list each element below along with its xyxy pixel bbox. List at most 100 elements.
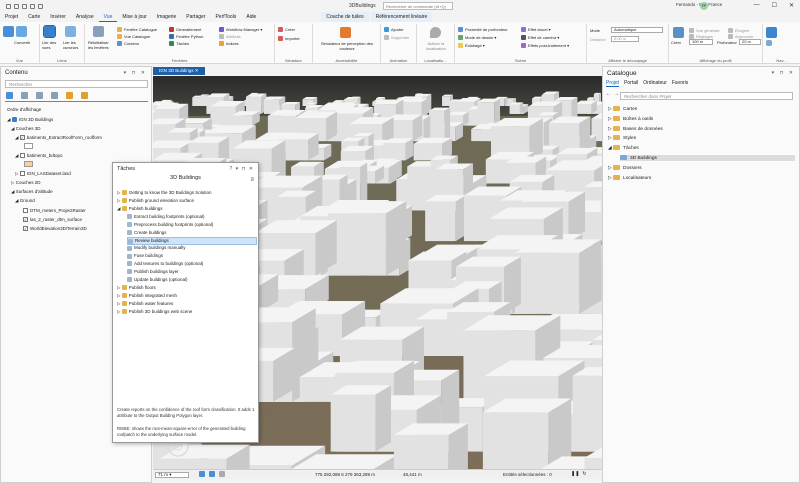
pane-controls[interactable]: ▾ ⊓ ✕ (124, 70, 147, 76)
color-simulator-button[interactable]: Simulateur de perception des couleurs (316, 41, 378, 51)
task-group-item[interactable]: ▷ Publish floors (117, 285, 156, 291)
clip-mode-select[interactable]: Automatique (611, 27, 663, 33)
task-item[interactable]: Preprocess building footprints (optional… (127, 222, 257, 227)
clip-distance-input[interactable]: 0,00 m (611, 36, 639, 42)
catalog-item[interactable]: ▷ Styles (608, 135, 636, 141)
profile-width-input[interactable]: 100 m (689, 39, 713, 45)
ribbon-tab[interactable]: Insérer (45, 12, 71, 22)
camera-effect-button[interactable]: Effet de caméra ▾ (521, 35, 559, 41)
hints-button[interactable]: Indices (219, 41, 239, 47)
layer-visibility-checkbox[interactable]: ✓ (23, 217, 28, 223)
task-item[interactable]: Publish buildings layer (127, 269, 257, 275)
task-item[interactable]: Add textures to buildings (optional) (127, 261, 257, 267)
catalog-item[interactable]: ◢ Tâches (608, 145, 639, 151)
link-views-button[interactable]: Lier des vues (42, 40, 62, 50)
settings-button[interactable]: Réglages (689, 34, 713, 40)
redo-icon[interactable] (38, 3, 43, 9)
ribbon-tab[interactable]: PerfTools (210, 12, 241, 22)
layer-visibility-checkbox[interactable]: ✓ (19, 135, 25, 141)
task-group-item[interactable]: ▷ Publish ground elevation surface (117, 198, 194, 204)
ribbon-tab[interactable]: Imagerie (152, 12, 181, 22)
reset-panes-button[interactable]: Réinitialiser les fenêtres (88, 40, 113, 50)
create-profile-button[interactable]: Créer (671, 40, 681, 45)
command-search-input[interactable]: Rechercher de commande (Al+Q) (383, 2, 453, 10)
depth-proximity-button[interactable]: Proximité de profondeur (458, 27, 508, 33)
catalog-item[interactable]: ▷ Localisateurs (608, 175, 651, 181)
new-project-icon[interactable] (6, 3, 11, 9)
catalog-item[interactable]: ▷ Cartes (608, 106, 637, 112)
undo-icon[interactable] (30, 3, 35, 9)
task-group-item[interactable]: ▷ Getting to know the 3D Buildings Solut… (117, 190, 212, 196)
ribbon-tab[interactable]: Aide (241, 12, 261, 22)
ribbon-tab[interactable]: Mise à jour (117, 12, 151, 22)
close-icon[interactable]: ✕ (195, 68, 199, 73)
enable-location-button[interactable]: Activer la localisation (419, 41, 453, 51)
task-item[interactable]: Fuse buildings (127, 253, 257, 259)
catalog-item[interactable]: ▷ Dossiers (608, 164, 642, 171)
list-by-labeling-icon[interactable] (81, 92, 88, 99)
list-by-source-icon[interactable] (21, 92, 28, 99)
move-away-button[interactable]: Éloigner (728, 28, 750, 34)
geoprocessing-button[interactable]: Géotraitement (169, 27, 201, 33)
lighting-button[interactable]: Éclairage ▾ (458, 43, 485, 49)
location-pin-icon[interactable] (430, 27, 441, 38)
task-group-item[interactable]: ▷ Publish water features (117, 301, 173, 307)
list-by-snapping-icon[interactable] (66, 92, 73, 99)
layer-visibility-checkbox[interactable] (23, 208, 28, 214)
add-animation-button[interactable]: Ajouter (384, 27, 404, 33)
group-2d-layers[interactable]: ▷ Couches 2D (11, 180, 40, 186)
task-item[interactable]: Modify buildings manually (127, 245, 257, 251)
pause-icon[interactable]: ❚❚ (571, 471, 579, 477)
task-group-item[interactable]: ◢ Publish buildings (117, 206, 163, 212)
surface-world[interactable]: ✓ WorldElevation3D/Terrain3D (23, 226, 87, 232)
tasks-button[interactable]: Tâches (169, 41, 189, 47)
color-simulator-icon[interactable] (340, 27, 351, 38)
surface-las[interactable]: ✓ las_2_raster_dtm_surface (23, 217, 82, 223)
catalog-tab[interactable]: Ordinateur (643, 80, 667, 87)
tasks-controls[interactable]: ? ▾ ⊓ ✕ (229, 166, 254, 172)
catalog-item[interactable]: 3D Buildings (620, 155, 795, 161)
task-item[interactable]: Extract building footprints (optional) (127, 214, 257, 219)
link-cursors-button[interactable]: Lier les curseurs (63, 40, 83, 50)
catalog-search-input[interactable]: Rechercher dans Projet (620, 92, 793, 100)
convert-button[interactable]: Convertir (14, 40, 30, 45)
table-icon[interactable] (199, 471, 205, 477)
layer-symbol[interactable] (24, 161, 33, 167)
surface-dtm[interactable]: DTM_meters_ProjectRaster (23, 208, 86, 214)
list-by-drawing-order-icon[interactable] (6, 92, 13, 99)
scene-view-icon[interactable] (16, 26, 27, 37)
map-view-tab[interactable]: IGN 3D Buildings ✕ (153, 67, 205, 75)
scale-select[interactable]: 71 m ▾ (155, 472, 189, 478)
catalog-tab[interactable]: Portail (624, 80, 638, 87)
layer-bdtopo[interactable]: ◢ batiments_bdtopo (15, 153, 63, 159)
catalog-item[interactable]: ▷ Bases de données (608, 125, 663, 131)
task-item[interactable]: Create buildings (127, 230, 257, 235)
ribbon-tab[interactable]: Carte (23, 12, 45, 22)
attributes-button[interactable]: Attributs (219, 34, 241, 40)
catalog-tab[interactable]: Favoris (672, 80, 688, 87)
ribbon-tab[interactable]: Projet (0, 12, 23, 22)
post-effects-button[interactable]: Effets post-traitement ▾ (521, 43, 569, 49)
python-window-button[interactable]: Fenêtre Python (169, 34, 203, 40)
close-button[interactable]: ✕ (789, 2, 794, 9)
ribbon-tab[interactable]: Couche de tuiles (321, 12, 369, 22)
ground-surface[interactable]: ◢ Ground (15, 198, 35, 204)
catalog-view-button[interactable]: Vue Catalogue (117, 34, 150, 40)
back-arrow-icon[interactable]: ← (606, 91, 611, 97)
maximize-button[interactable]: ☐ (772, 2, 777, 9)
navigator-icon[interactable] (766, 27, 777, 38)
link-cursors-icon[interactable] (65, 26, 76, 37)
pane-controls[interactable]: ▾ ⊓ ✕ (772, 70, 795, 76)
list-by-selection-icon[interactable] (36, 92, 43, 99)
profile-depth-input[interactable]: 20 m (739, 39, 761, 45)
layer-symbol[interactable] (24, 143, 33, 149)
list-by-editing-icon[interactable] (51, 92, 58, 99)
nav-option-icon[interactable] (766, 40, 772, 46)
overview-button[interactable]: Vue générale (689, 28, 720, 34)
layer-visibility-checkbox[interactable]: ✓ (23, 226, 28, 232)
menu-icon[interactable]: ≡ (250, 177, 254, 183)
open-project-icon[interactable] (14, 3, 19, 9)
ribbon-tab[interactable]: Analyse (71, 12, 99, 22)
layer-lasd[interactable]: ▷ IGN_LASDataset.lasd (15, 171, 71, 177)
create-profile-icon[interactable] (673, 27, 684, 38)
